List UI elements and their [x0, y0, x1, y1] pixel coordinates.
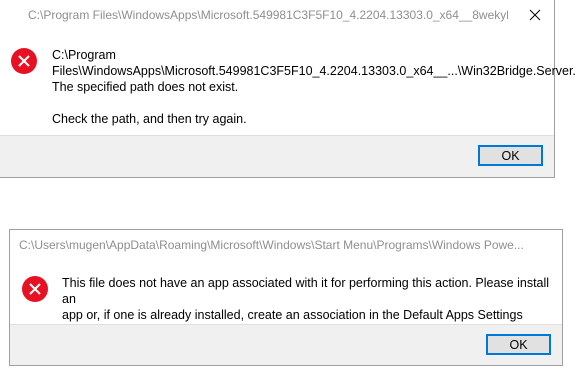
close-icon	[529, 9, 541, 21]
dialog-title: C:\Users\mugen\AppData\Roaming\Microsoft…	[19, 238, 524, 252]
dialog-title: C:\Program Files\WindowsApps\Microsoft.5…	[28, 8, 508, 22]
error-icon	[11, 48, 37, 74]
error-dialog-path: C:\Program Files\WindowsApps\Microsoft.5…	[0, 0, 576, 178]
error-dialog-association: C:\Users\mugen\AppData\Roaming\Microsoft…	[9, 229, 563, 366]
message-line: Check the path, and then try again.	[52, 112, 247, 126]
message-line: C:\Program	[52, 48, 116, 62]
message-line: Files\WindowsApps\Microsoft.549981C3F5F1…	[52, 64, 576, 78]
message-line: This file does not have an app associate…	[62, 276, 550, 306]
dialog-footer: OK	[0, 135, 554, 177]
ok-button[interactable]: OK	[478, 145, 543, 166]
dialog-message: C:\Program Files\WindowsApps\Microsoft.5…	[52, 47, 576, 127]
dialog-footer: OK	[10, 324, 562, 365]
close-button[interactable]	[520, 3, 550, 27]
error-icon	[22, 276, 48, 302]
dialog-titlebar[interactable]: C:\Program Files\WindowsApps\Microsoft.5…	[0, 0, 554, 32]
ok-button[interactable]: OK	[486, 334, 551, 355]
message-line: The specified path does not exist.	[52, 80, 239, 94]
dialog-titlebar[interactable]: C:\Users\mugen\AppData\Roaming\Microsoft…	[10, 230, 562, 262]
